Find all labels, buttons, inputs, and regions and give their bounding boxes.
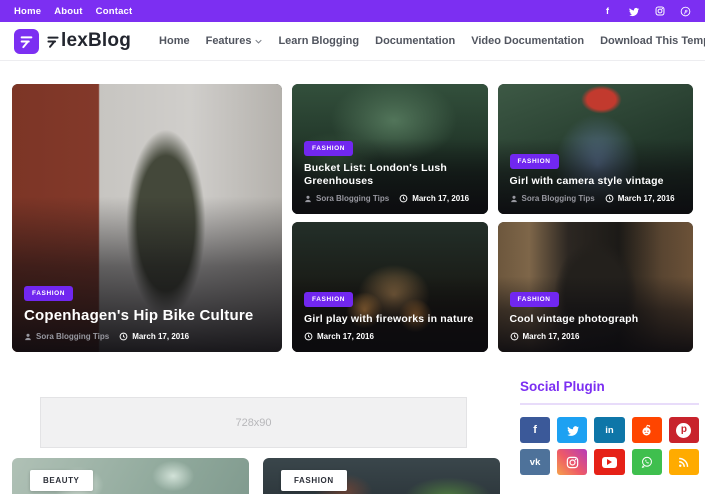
section-label-fashion[interactable]: FASHION — [281, 470, 347, 491]
navbar: lexBlog Home Features Learn Blogging Doc… — [0, 22, 705, 61]
instagram-button[interactable] — [557, 449, 588, 475]
person-icon — [510, 195, 517, 202]
topbar: Home About Contact f — [0, 0, 705, 22]
menu-item-learn-blogging[interactable]: Learn Blogging — [270, 35, 367, 47]
menu-item-video-documentation[interactable]: Video Documentation — [463, 35, 592, 47]
clock-icon — [119, 332, 128, 341]
person-icon — [25, 333, 31, 340]
social-plugin-grid: f in p vk — [520, 417, 699, 475]
youtube-button[interactable] — [594, 449, 625, 475]
category-badge[interactable]: FASHION — [304, 291, 354, 307]
category-badge[interactable]: FASHION — [509, 153, 559, 169]
post-card-fireworks[interactable]: FASHION Girl play with fireworks in natu… — [292, 222, 488, 352]
post-author: Sora Blogging Tips — [510, 194, 595, 203]
post-card-camera-girl[interactable]: FASHION Girl with camera style vintage S… — [497, 84, 693, 214]
twitter-icon[interactable] — [628, 6, 639, 17]
linkedin-button[interactable]: in — [594, 417, 625, 443]
post-date: March 17, 2016 — [119, 332, 189, 341]
ad-placeholder[interactable]: 728x90 — [40, 397, 467, 448]
section-label-beauty[interactable]: BEAUTY — [30, 470, 93, 491]
sidebar: Social Plugin f in p vk — [520, 379, 699, 475]
section-card-fashion[interactable]: FASHION — [263, 458, 500, 494]
social-plugin-heading: Social Plugin — [520, 379, 699, 405]
pinterest-icon[interactable] — [680, 6, 691, 17]
post-date: March 17, 2016 — [605, 194, 675, 203]
pinterest-button[interactable]: p — [668, 417, 699, 443]
category-badge[interactable]: FASHION — [304, 140, 354, 156]
whatsapp-icon — [641, 456, 652, 469]
menu-item-documentation[interactable]: Documentation — [367, 35, 463, 47]
main-menu: Home Features Learn Blogging Documentati… — [151, 35, 705, 47]
post-card-greenhouses[interactable]: FASHION Bucket List: London's Lush Green… — [292, 84, 488, 214]
category-badge[interactable]: FASHION — [509, 291, 559, 307]
rss-icon — [679, 457, 689, 467]
facebook-icon[interactable]: f — [602, 6, 613, 17]
topbar-link-contact[interactable]: Contact — [96, 6, 133, 17]
chevron-down-icon — [255, 39, 263, 44]
featured-posts: FASHION Copenhagen's Hip Bike Culture So… — [12, 84, 693, 352]
facebook-button[interactable]: f — [520, 417, 551, 443]
post-title[interactable]: Girl play with fireworks in nature — [304, 313, 476, 326]
topbar-link-about[interactable]: About — [54, 6, 82, 17]
reddit-icon — [642, 424, 651, 435]
vk-button[interactable]: vk — [520, 449, 551, 475]
post-date: March 17, 2016 — [399, 194, 469, 203]
post-card-vintage[interactable]: FASHION Cool vintage photograph March 17… — [497, 222, 693, 352]
twitter-icon — [567, 425, 579, 436]
category-badge[interactable]: FASHION — [24, 286, 74, 301]
youtube-icon — [601, 456, 617, 468]
whatsapp-button[interactable] — [631, 449, 662, 475]
reddit-button[interactable] — [631, 417, 662, 443]
post-date: March 17, 2016 — [304, 332, 374, 341]
section-card-beauty[interactable]: BEAUTY — [12, 458, 249, 494]
clock-icon — [510, 332, 518, 341]
clock-icon — [399, 194, 408, 203]
menu-item-features[interactable]: Features — [198, 35, 271, 47]
menu-item-home[interactable]: Home — [151, 35, 198, 47]
clock-icon — [304, 332, 313, 341]
topbar-social: f — [602, 6, 691, 17]
post-card-bike[interactable]: FASHION Copenhagen's Hip Bike Culture So… — [12, 84, 282, 352]
twitter-button[interactable] — [557, 417, 588, 443]
post-date: March 17, 2016 — [510, 332, 579, 341]
person-icon — [305, 195, 311, 202]
post-title[interactable]: Copenhagen's Hip Bike Culture — [24, 307, 270, 325]
ad-placeholder-label: 728x90 — [235, 416, 272, 429]
brand-name: lexBlog — [46, 30, 131, 52]
instagram-icon[interactable] — [654, 6, 665, 17]
menu-item-download-template[interactable]: Download This Template — [592, 35, 705, 47]
brand-logo[interactable]: lexBlog — [14, 28, 131, 54]
rss-button[interactable] — [668, 449, 699, 475]
brand-glyph-icon — [14, 28, 39, 54]
instagram-icon — [566, 456, 579, 468]
post-author: Sora Blogging Tips — [304, 194, 389, 203]
pinterest-icon: p — [676, 422, 692, 438]
post-title[interactable]: Girl with camera style vintage — [510, 175, 682, 188]
page: Home About Contact f lexBlog Home Featur… — [0, 0, 705, 494]
clock-icon — [605, 194, 614, 203]
post-title[interactable]: Bucket List: London's Lush Greenhouses — [304, 162, 476, 188]
post-title[interactable]: Cool vintage photograph — [510, 313, 682, 326]
topbar-link-home[interactable]: Home — [14, 6, 41, 17]
post-author: Sora Blogging Tips — [24, 332, 109, 341]
